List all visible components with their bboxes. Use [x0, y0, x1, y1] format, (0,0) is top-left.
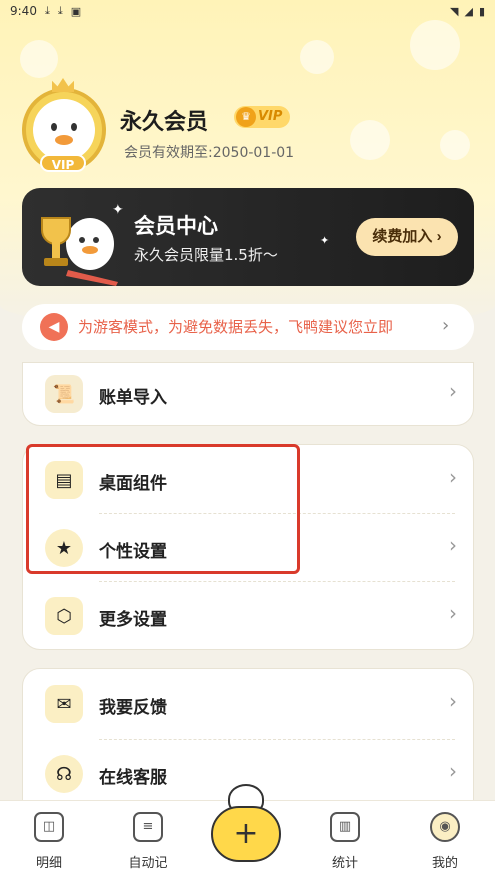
member-center-subtitle: 永久会员限量1.5折～ [134, 246, 278, 264]
menu-item-label: 在线客服 [99, 768, 167, 788]
tab-auto[interactable]: ≡ 自动记 [108, 812, 188, 871]
menu-item-label: 账单导入 [99, 388, 167, 408]
notice-text: 为游客模式，为避免数据丢失，飞鸭建议您立即 [78, 318, 394, 336]
renew-button-label: 续费加入 [372, 228, 433, 245]
status-bar: 9:40 ⤓ ⤓ ▣ ◥ ◢ ▮ [0, 0, 495, 22]
tab-label: 自动记 [128, 856, 168, 871]
tab-detail[interactable]: ◫ 明细 [9, 812, 89, 871]
background-decoration [20, 40, 58, 78]
menu-item-label: 更多设置 [99, 610, 167, 630]
battery-icon: ▮ [478, 4, 485, 18]
chevron-right-icon: › [449, 465, 457, 489]
tab-label: 明细 [35, 856, 62, 871]
hexagon-settings-icon: ⬡ [45, 597, 83, 635]
wifi-icon: ◥ [450, 4, 459, 18]
signal-icon: ◢ [464, 4, 473, 18]
menu-item-feedback[interactable]: ✉ 我要反馈 › [23, 669, 475, 739]
calendar-chart-icon: ▥ [330, 812, 360, 842]
download-icon: ⤓ [44, 4, 50, 17]
sparkle-icon: ✦ [112, 202, 124, 218]
membership-expiry: 会员有效期至:2050-01-01 [124, 145, 295, 161]
tab-stats[interactable]: ▥ 统计 [305, 812, 385, 871]
background-decoration [410, 20, 460, 70]
envelope-icon: ✉ [45, 685, 83, 723]
speaker-icon: ◀ [40, 313, 68, 341]
vip-badge: ♛ VIP [234, 106, 291, 128]
scroll-icon: 📜 [45, 375, 83, 413]
menu-item-more[interactable]: ⬡ 更多设置 › [23, 581, 475, 651]
renew-button[interactable]: 续费加入 › [356, 218, 458, 256]
chevron-right-icon: › [442, 315, 450, 336]
avatar-vip-badge: VIP [40, 154, 86, 172]
crown-icon: ♛ [236, 107, 256, 127]
user-name: 永久会员 [120, 110, 209, 135]
menu-item-import[interactable]: 📜 账单导入 › [23, 359, 475, 429]
tab-label: 我的 [431, 856, 458, 871]
tab-label: 统计 [331, 856, 358, 871]
duck-face-icon [33, 99, 95, 161]
image-icon: ▣ [70, 4, 82, 18]
sparkle-icon: ✦ [320, 234, 330, 247]
chevron-right-icon: › [449, 601, 457, 625]
vip-badge-label: VIP [258, 109, 283, 124]
background-decoration [440, 130, 470, 160]
duck-avatar-icon: ◉ [430, 812, 460, 842]
chevron-right-icon: › [449, 533, 457, 557]
background-decoration [350, 120, 390, 160]
highlight-box [26, 444, 300, 574]
add-record-button[interactable]: + [211, 806, 281, 862]
import-card: 📜 账单导入 › [22, 362, 474, 426]
chevron-right-icon: › [449, 379, 457, 403]
download-icon: ⤓ [57, 4, 63, 17]
tab-mine[interactable]: ◉ 我的 [405, 812, 485, 871]
notebook-icon: ≡ [133, 812, 163, 842]
background-decoration [300, 40, 334, 74]
wallet-icon: ◫ [34, 812, 64, 842]
notice-bar[interactable]: ◀ 为游客模式，为避免数据丢失，飞鸭建议您立即 › [22, 304, 474, 350]
menu-item-label: 我要反馈 [99, 698, 167, 718]
member-center-title: 会员中心 [134, 214, 218, 238]
chevron-right-icon: › [449, 759, 457, 783]
headset-icon: ☊ [45, 755, 83, 793]
status-time: 9:40 [10, 4, 37, 18]
chevron-right-icon: › [449, 689, 457, 713]
chevron-right-icon: › [436, 228, 442, 245]
trophy-duck-icon [41, 217, 118, 286]
